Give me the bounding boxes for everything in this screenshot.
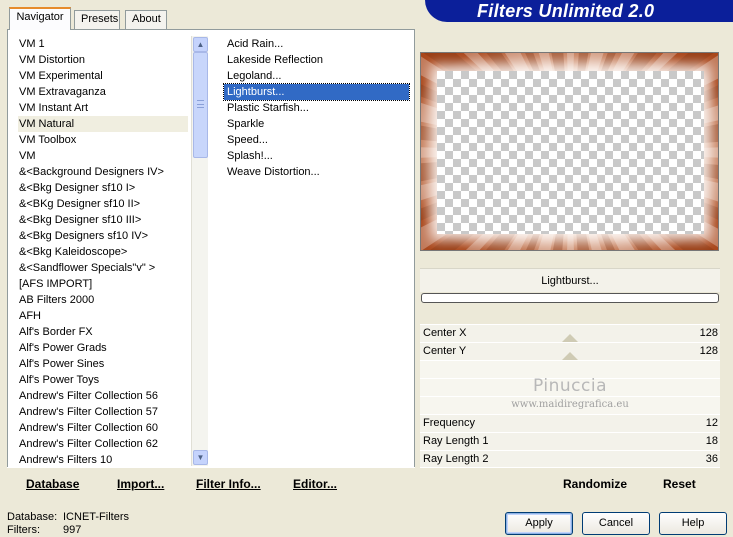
filter-name-label: Lightburst...	[541, 275, 599, 287]
filters-count-value: 997	[63, 524, 82, 536]
list-item[interactable]: VM	[18, 148, 188, 164]
param-value: 36	[705, 453, 718, 465]
list-item[interactable]: Legoland...	[224, 68, 409, 84]
list-item[interactable]: VM 1	[18, 36, 188, 52]
database-button[interactable]: Database	[26, 477, 79, 491]
scroll-thumb[interactable]	[193, 52, 208, 158]
parameter-toolbar: Randomize Reset	[420, 467, 720, 497]
database-label: Database:	[7, 511, 58, 523]
list-item[interactable]: VM Experimental	[18, 68, 188, 84]
list-item[interactable]: AB Filters 2000	[18, 292, 188, 308]
apply-button[interactable]: Apply	[505, 512, 573, 535]
list-item[interactable]: Splash!...	[224, 148, 409, 164]
list-item[interactable]: Andrew's Filter Collection 60	[18, 420, 188, 436]
param-value: 128	[699, 327, 718, 339]
scroll-up-button[interactable]: ▲	[193, 37, 208, 52]
filter-list[interactable]: Acid Rain... Lakeside Reflection Legoland.…	[223, 36, 410, 180]
param-label: Ray Length 1	[423, 435, 489, 447]
transparency-checkerboard	[437, 71, 704, 234]
list-item[interactable]: VM Natural	[18, 116, 188, 132]
list-item[interactable]: Acid Rain...	[224, 36, 409, 52]
category-scrollbar[interactable]: ▲ ▼	[191, 36, 208, 466]
list-item[interactable]: AFH	[18, 308, 188, 324]
progress-bar	[421, 293, 719, 303]
param-ray-length-1[interactable]: Ray Length 1 18	[420, 432, 720, 450]
list-item[interactable]: Andrew's Filter Collection 56	[18, 388, 188, 404]
database-info: Database: ICNET-Filters Filters: 997	[7, 511, 129, 537]
param-label: Center Y	[423, 345, 467, 357]
editor-button[interactable]: Editor...	[293, 477, 337, 491]
list-item[interactable]: &<Bkg Designer sf10 III>	[18, 212, 188, 228]
list-item[interactable]: Alf's Border FX	[18, 324, 188, 340]
help-button[interactable]: Help	[659, 512, 727, 535]
list-item[interactable]: &<Bkg Designer sf10 I>	[18, 180, 188, 196]
tab-navigator[interactable]: Navigator	[9, 7, 71, 30]
list-item[interactable]: Lightburst...	[223, 83, 410, 101]
list-item[interactable]: Andrew's Filter Collection 62	[18, 436, 188, 452]
list-item[interactable]: Andrew's Filter Collection 57	[18, 404, 188, 420]
list-item[interactable]: &<Bkg Designers sf10 IV>	[18, 228, 188, 244]
list-item[interactable]: VM Distortion	[18, 52, 188, 68]
tab-label: About	[132, 13, 161, 25]
list-item[interactable]: VM Instant Art	[18, 100, 188, 116]
reset-button[interactable]: Reset	[663, 477, 696, 491]
center-x-slider-thumb[interactable]	[562, 334, 578, 342]
app-title: Filters Unlimited 2.0	[477, 1, 655, 21]
preview-image	[420, 52, 719, 251]
list-item[interactable]: Plastic Starfish...	[224, 100, 409, 116]
cancel-button[interactable]: Cancel	[582, 512, 650, 535]
list-item[interactable]: Alf's Power Toys	[18, 372, 188, 388]
param-ray-length-2[interactable]: Ray Length 2 36	[420, 450, 720, 468]
list-item[interactable]: Lakeside Reflection	[224, 52, 409, 68]
param-label: Frequency	[423, 417, 475, 429]
grip-icon	[197, 100, 204, 108]
list-item[interactable]: Andrew's Filters 10	[18, 452, 188, 468]
tab-presets[interactable]: Presets	[74, 10, 120, 29]
list-item[interactable]: Sparkle	[224, 116, 409, 132]
list-item[interactable]: VM Extravaganza	[18, 84, 188, 100]
list-item[interactable]: &<Background Designers IV>	[18, 164, 188, 180]
randomize-button[interactable]: Randomize	[563, 477, 627, 491]
database-value: ICNET-Filters	[63, 511, 129, 523]
watermark-name: Pinuccia	[533, 376, 607, 396]
list-item[interactable]: Speed...	[224, 132, 409, 148]
param-frequency[interactable]: Frequency 12	[420, 414, 720, 432]
category-list[interactable]: VM 1 VM Distortion VM Experimental VM Extra…	[18, 36, 188, 468]
param-value: 18	[705, 435, 718, 447]
center-y-slider-thumb[interactable]	[562, 352, 578, 360]
list-item[interactable]: Alf's Power Grads	[18, 340, 188, 356]
navigator-toolbar: Database Import... Filter Info... Editor…	[7, 467, 415, 497]
list-item[interactable]: &<Bkg Kaleidoscope>	[18, 244, 188, 260]
tab-label: Presets	[81, 13, 119, 25]
filters-count-label: Filters:	[7, 524, 40, 536]
list-item[interactable]: &<Sandflower Specials"v" >	[18, 260, 188, 276]
list-item[interactable]: [AFS IMPORT]	[18, 276, 188, 292]
tab-about[interactable]: About	[125, 10, 167, 29]
app-title-banner: Filters Unlimited 2.0	[425, 0, 733, 22]
scroll-down-button[interactable]: ▼	[193, 450, 208, 465]
import-button[interactable]: Import...	[117, 477, 164, 491]
watermark-url: www.maidiregrafica.eu	[511, 399, 629, 410]
filter-name-bar: Lightburst...	[420, 268, 720, 292]
list-item[interactable]: Weave Distortion...	[224, 164, 409, 180]
param-value: 128	[699, 345, 718, 357]
filter-info-button[interactable]: Filter Info...	[196, 477, 261, 491]
param-label: Ray Length 2	[423, 453, 489, 465]
chevron-down-icon: ▼	[196, 453, 205, 462]
param-label: Center X	[423, 327, 467, 339]
list-item[interactable]: VM Toolbox	[18, 132, 188, 148]
chevron-up-icon: ▲	[196, 40, 205, 49]
list-item[interactable]: Alf's Power Sines	[18, 356, 188, 372]
list-item[interactable]: &<BKg Designer sf10 II>	[18, 196, 188, 212]
param-value: 12	[705, 417, 718, 429]
tab-label: Navigator	[16, 11, 64, 23]
